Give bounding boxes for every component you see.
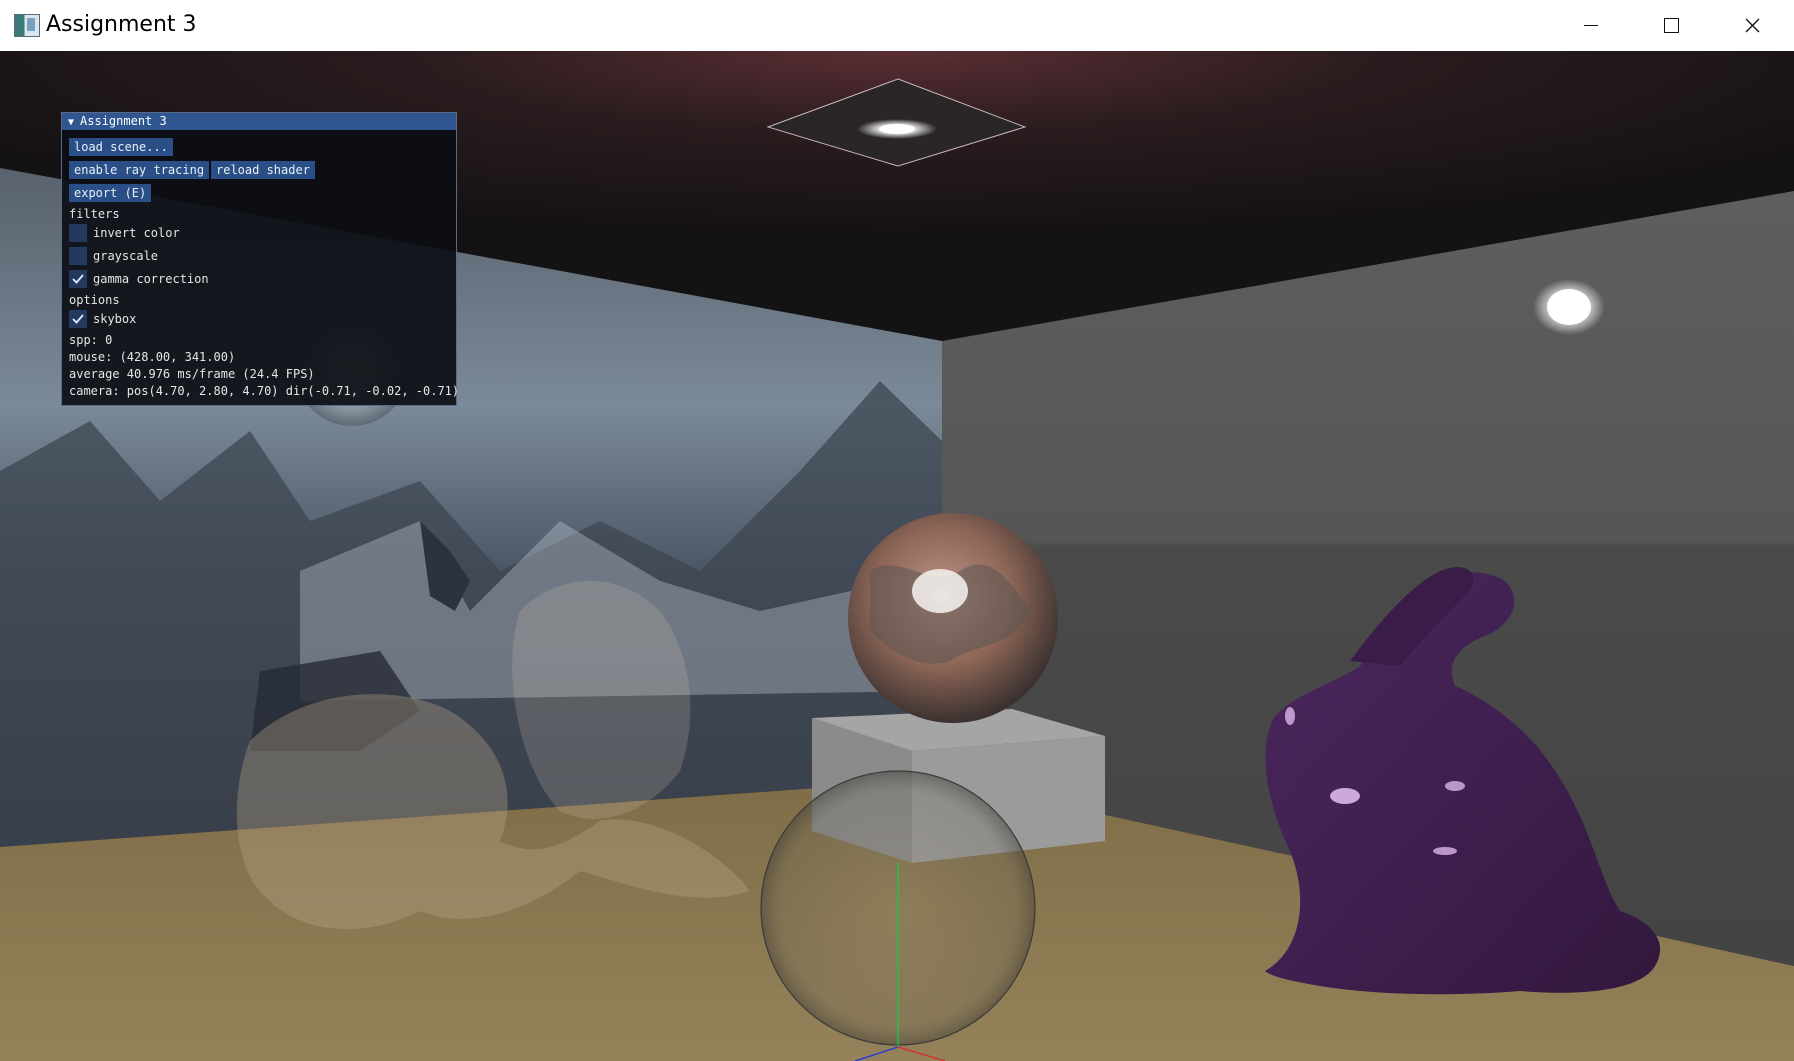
maximize-button[interactable] <box>1631 0 1711 51</box>
enable-ray-tracing-button[interactable]: enable ray tracing <box>69 161 210 179</box>
render-viewport[interactable]: ▼ Assignment 3 load scene... enable ray t… <box>0 51 1794 1061</box>
checkmark-icon <box>72 274 84 284</box>
reload-shader-button[interactable]: reload shader <box>211 161 315 179</box>
spp-readout: spp: 0 <box>69 333 113 347</box>
export-button[interactable]: export (E) <box>69 184 152 202</box>
invert-color-label: invert color <box>93 226 180 240</box>
window-title: Assignment 3 <box>46 12 197 37</box>
title-bar[interactable]: Assignment 3 <box>0 0 1794 52</box>
grayscale-label: grayscale <box>93 249 159 263</box>
frame-time-readout: average 40.976 ms/frame (24.4 FPS) <box>69 367 315 381</box>
load-scene-button[interactable]: load scene... <box>69 138 173 156</box>
skybox-checkbox[interactable] <box>69 310 87 328</box>
app-icon <box>14 14 40 37</box>
skybox-label: skybox <box>93 312 137 326</box>
grayscale-checkbox[interactable] <box>69 247 87 265</box>
collapse-arrow-icon[interactable]: ▼ <box>68 114 74 131</box>
close-button[interactable] <box>1712 0 1792 51</box>
minimize-button[interactable] <box>1550 0 1630 51</box>
filters-heading: filters <box>69 207 120 221</box>
checkmark-icon <box>72 314 84 324</box>
panel-title: Assignment 3 <box>80 114 167 128</box>
app-window: Assignment 3 ▼ Assignment 3 load scene..… <box>0 0 1794 1061</box>
camera-readout: camera: pos(4.70, 2.80, 4.70) dir(-0.71,… <box>69 384 460 398</box>
gamma-correction-label: gamma correction <box>93 272 209 286</box>
panel-header[interactable]: ▼ Assignment 3 <box>62 113 456 130</box>
options-heading: options <box>69 293 120 307</box>
invert-color-checkbox[interactable] <box>69 224 87 242</box>
gamma-correction-checkbox[interactable] <box>69 270 87 288</box>
close-icon <box>1745 18 1760 33</box>
mouse-readout: mouse: (428.00, 341.00) <box>69 350 236 364</box>
assignment-panel: ▼ Assignment 3 load scene... enable ray t… <box>61 112 460 406</box>
